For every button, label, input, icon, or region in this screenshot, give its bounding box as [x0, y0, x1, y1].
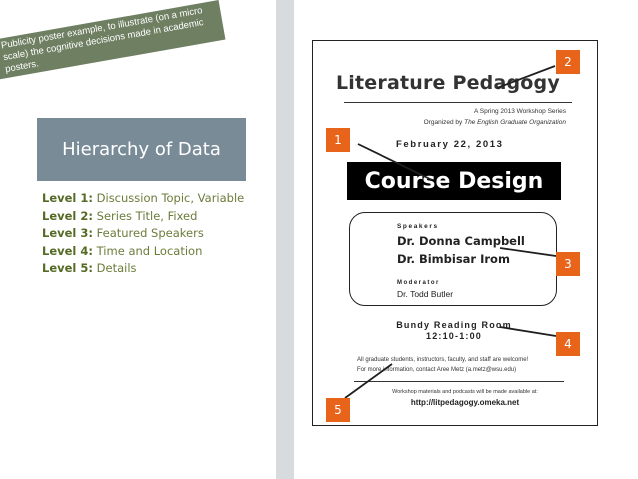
callout-badge-5: 5 [326, 398, 350, 422]
callout-connector-lines [344, 65, 571, 399]
connector-line-5 [344, 363, 393, 399]
callout-badge-4: 4 [556, 332, 580, 356]
connector-line-1 [357, 143, 433, 181]
connector-line-2 [496, 65, 556, 89]
callout-badge-1: 1 [326, 128, 350, 152]
callout-badge-3: 3 [556, 252, 580, 276]
callout-badge-2: 2 [556, 50, 580, 74]
connector-line-4 [499, 326, 557, 337]
